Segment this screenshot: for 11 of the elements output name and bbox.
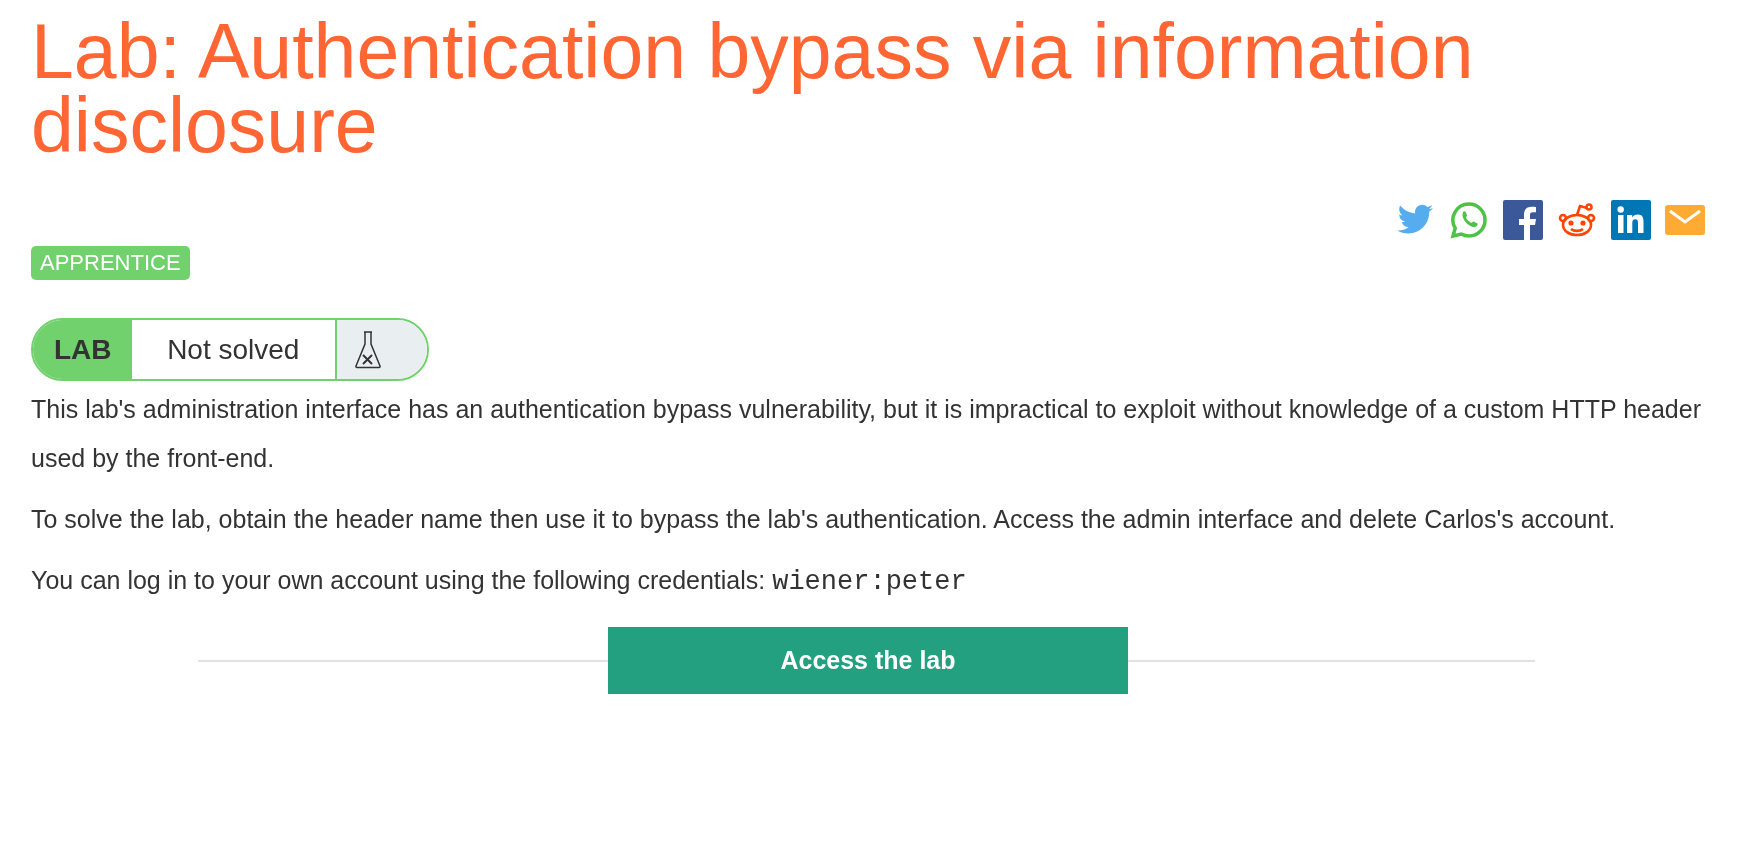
phone-bubble-icon[interactable] [1449,200,1489,240]
description-paragraph: This lab's administration interface has an authentication bypass vulnerability, but it is impractical to exploit without knowledge of a custom HTTP header used by the front-end. [31,394,1702,474]
flask-icon [355,329,381,370]
credentials-paragraph: You can log in to your own account using the following credentials: wiener:peter [31,565,968,599]
level-badge: APPRENTICE [31,246,190,280]
description-paragraph: To solve the lab, obtain the header name then use it to bypass the lab's authentication. Access the admin interface and delete Carlos's account. [31,504,1617,535]
page-title: Lab: Authentication bypass via information disclosure [31,8,1474,168]
lab-label: LAB [33,320,132,379]
f-icon[interactable] [1503,200,1543,240]
access-lab-button[interactable]: Access the lab [608,627,1128,694]
in-icon[interactable] [1611,200,1651,240]
